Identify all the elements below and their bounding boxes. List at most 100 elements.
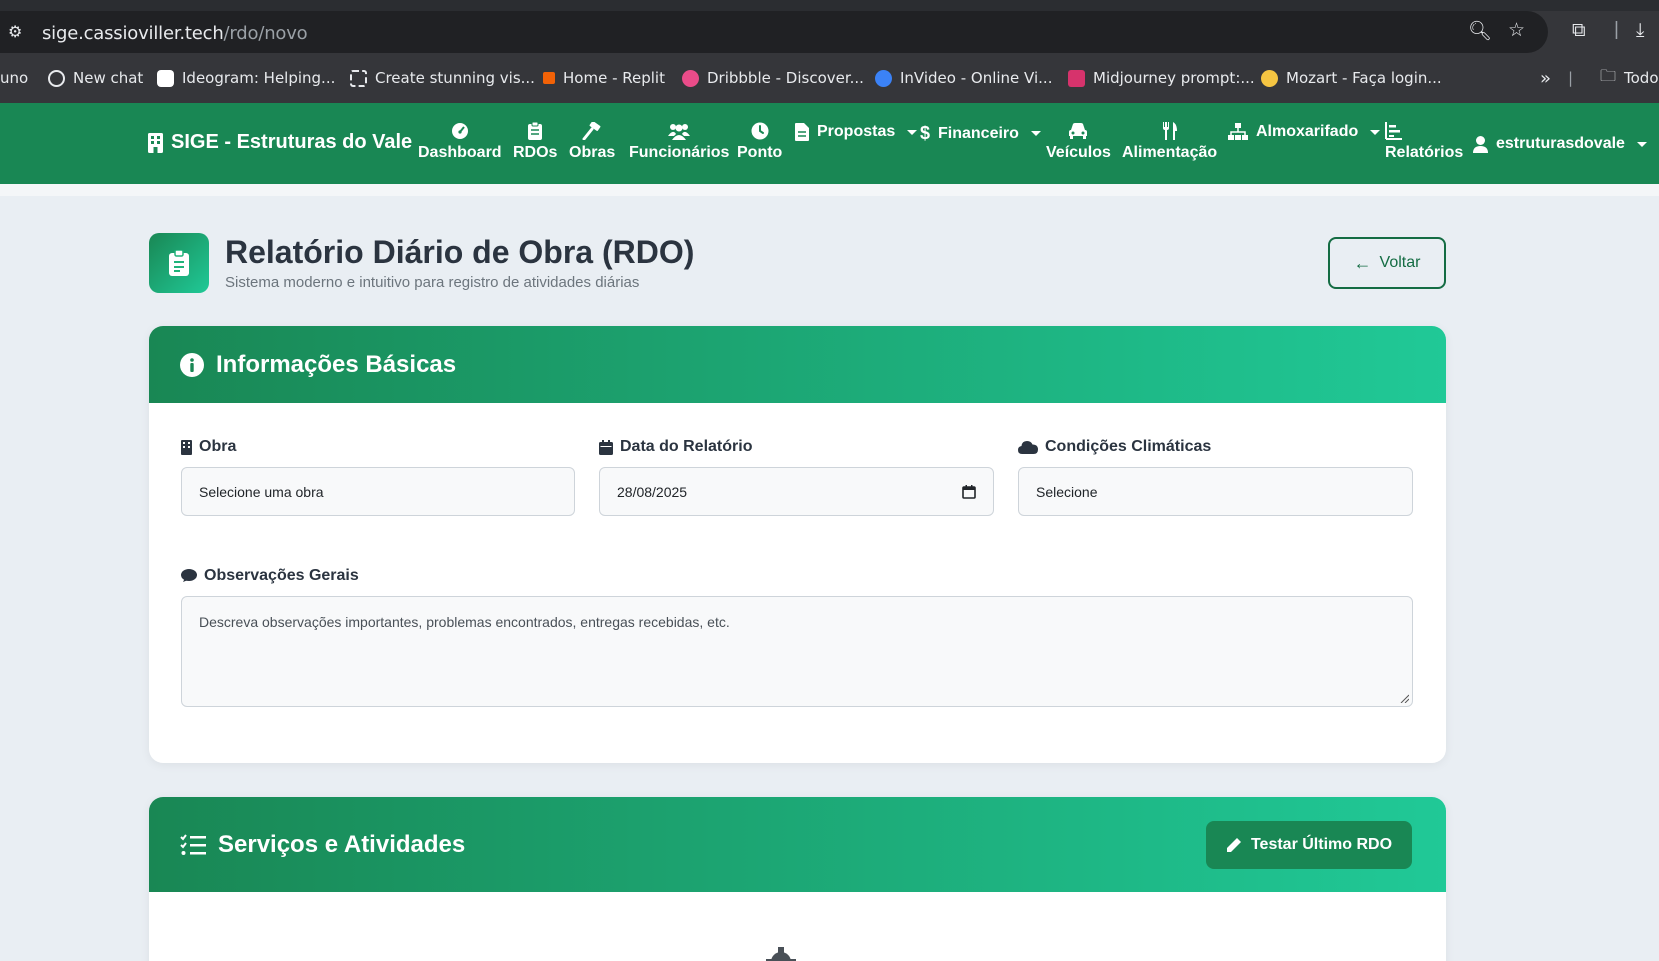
nav-funcionarios[interactable]: Funcionários [629, 122, 729, 162]
chatgpt-icon [48, 69, 65, 87]
bookmark-label: uno [0, 69, 29, 87]
bookmarks-more-button[interactable]: » [1540, 66, 1551, 90]
bookmark-label: InVideo - Online Vi... [900, 69, 1053, 87]
file-icon [795, 123, 809, 141]
url-host: sige.cassioviller.tech [42, 23, 224, 44]
caret-down-icon [907, 129, 918, 135]
nav-propostas-dropdown[interactable]: Propostas [795, 123, 918, 141]
chart-bars-icon [1385, 122, 1402, 140]
arrow-left-icon: ← [1353, 252, 1372, 273]
clipboard-icon [528, 122, 543, 140]
bookmark-item[interactable]: Home - Replit [543, 66, 665, 90]
data-input[interactable]: 28/08/2025 [599, 467, 994, 516]
bookmark-item[interactable]: New chat [48, 66, 143, 90]
back-button-label: Voltar [1379, 254, 1421, 271]
bookmark-label: Home - Replit [563, 69, 665, 87]
nav-alimentacao[interactable]: Alimentação [1122, 122, 1217, 162]
nav-rdos[interactable]: RDOs [513, 122, 557, 162]
zoom-icon[interactable]: 🔍︎ [1468, 22, 1492, 41]
clock-icon [751, 122, 769, 140]
nav-financeiro-dropdown[interactable]: $ Financeiro [920, 123, 1041, 144]
users-icon [668, 124, 691, 140]
bookmark-item[interactable]: Midjourney prompt:... [1068, 66, 1255, 90]
bookmark-item[interactable]: Mozart - Faça login... [1261, 66, 1442, 90]
bookmark-item[interactable]: Dribbble - Discover... [682, 66, 864, 90]
site-settings-icon[interactable]: ⚙ [8, 23, 22, 42]
pencil-icon [1226, 838, 1241, 852]
more-label: » [1540, 67, 1552, 89]
nav-obras[interactable]: Obras [569, 122, 615, 162]
invideo-icon [875, 69, 892, 87]
services-title: Serviços e Atividades [218, 830, 466, 858]
midjourney-icon [1068, 69, 1085, 87]
caret-down-icon [1370, 129, 1381, 135]
bookmark-label: Mozart - Faça login... [1286, 69, 1442, 87]
bookmarks-divider: | [1568, 69, 1574, 87]
toolbar-divider: | [1614, 19, 1619, 40]
utensils-icon [1162, 122, 1177, 140]
brand-text: SIGE - Estruturas do Vale [171, 131, 413, 153]
observacoes-textarea[interactable]: Descreva observações importantes, proble… [181, 596, 1413, 707]
nav-label: Ponto [737, 144, 783, 161]
building-icon [181, 439, 192, 455]
nav-ponto[interactable]: Ponto [737, 122, 782, 162]
dollar-icon: $ [920, 123, 931, 143]
test-last-rdo-button[interactable]: Testar Último RDO [1206, 821, 1412, 869]
bookmark-label: Midjourney prompt:... [1093, 69, 1255, 87]
hammer-icon [582, 122, 601, 140]
clima-label: Condições Climáticas [1018, 438, 1211, 456]
nav-veiculos[interactable]: Veículos [1046, 122, 1111, 162]
nav-label: Veículos [1046, 144, 1111, 161]
bookmark-label: Dribbble - Discover... [707, 69, 864, 87]
nav-label: Almoxarifado [1256, 123, 1359, 140]
obra-label: Obra [181, 438, 236, 456]
basic-info-title: Informações Básicas [216, 350, 457, 378]
download-icon[interactable]: ⤓ [1636, 21, 1644, 40]
nav-label: Dashboard [418, 144, 502, 161]
nav-label: Obras [569, 144, 616, 161]
info-circle-icon [180, 352, 204, 377]
tasks-list-icon [180, 833, 206, 855]
bookmark-star-icon[interactable]: ☆ [1508, 21, 1525, 40]
clipboard-list-icon [169, 250, 189, 276]
calendar-icon [599, 439, 613, 455]
mozart-icon [1261, 69, 1278, 87]
nav-dashboard[interactable]: Dashboard [418, 122, 502, 162]
url-text[interactable]: sige.cassioviller.tech/rdo/novo [42, 23, 308, 44]
nav-label: Alimentação [1122, 144, 1218, 161]
bookmark-label: New chat [73, 69, 144, 87]
page-title: Relatório Diário de Obra (RDO) [225, 234, 695, 270]
replit-icon [543, 72, 555, 84]
bookmark-item[interactable]: uno [0, 66, 28, 90]
bookmark-label: Ideogram: Helping... [182, 69, 336, 87]
bookmark-label: Create stunning vis... [375, 69, 535, 87]
user-name: estruturasdovale [1496, 135, 1625, 152]
obs-label: Observações Gerais [181, 567, 359, 585]
page-subtitle: Sistema moderno e intuitivo para registr… [225, 274, 640, 291]
nav-relatorios[interactable]: Relatórios [1385, 122, 1463, 162]
bookmark-folder-todo[interactable]: 🗀 Todo [1600, 66, 1659, 90]
obs-label-text: Observações Gerais [204, 567, 359, 584]
extensions-icon[interactable]: ⧉ [1572, 21, 1586, 40]
clima-select-value: Selecione [1036, 483, 1098, 500]
brand-link[interactable]: SIGE - Estruturas do Vale [148, 131, 412, 154]
services-card: Serviços e Atividades Testar Último RDO [149, 797, 1446, 961]
cloud-icon [1018, 441, 1038, 454]
bookmark-item[interactable]: InVideo - Online Vi... [875, 66, 1052, 90]
user-menu-dropdown[interactable]: estruturasdovale [1473, 135, 1647, 153]
data-input-value: 28/08/2025 [617, 483, 688, 500]
calendar-picker-icon[interactable] [962, 484, 976, 499]
resize-handle-icon[interactable] [1400, 694, 1409, 703]
ideogram-icon [157, 69, 174, 87]
dribbble-icon [682, 69, 699, 87]
back-button[interactable]: ← Voltar [1328, 237, 1446, 289]
nav-almoxarifado-dropdown[interactable]: Almoxarifado [1228, 123, 1381, 141]
bookmark-item[interactable]: Create stunning vis... [350, 66, 535, 90]
navbar-underline [0, 184, 1659, 196]
caret-down-icon [1030, 131, 1041, 136]
obra-select-value: Selecione uma obra [199, 483, 324, 500]
observacoes-placeholder: Descreva observações importantes, proble… [199, 614, 730, 630]
bookmark-item[interactable]: Ideogram: Helping... [157, 66, 335, 90]
clima-select[interactable]: Selecione [1018, 467, 1413, 516]
obra-select[interactable]: Selecione uma obra [181, 467, 575, 516]
